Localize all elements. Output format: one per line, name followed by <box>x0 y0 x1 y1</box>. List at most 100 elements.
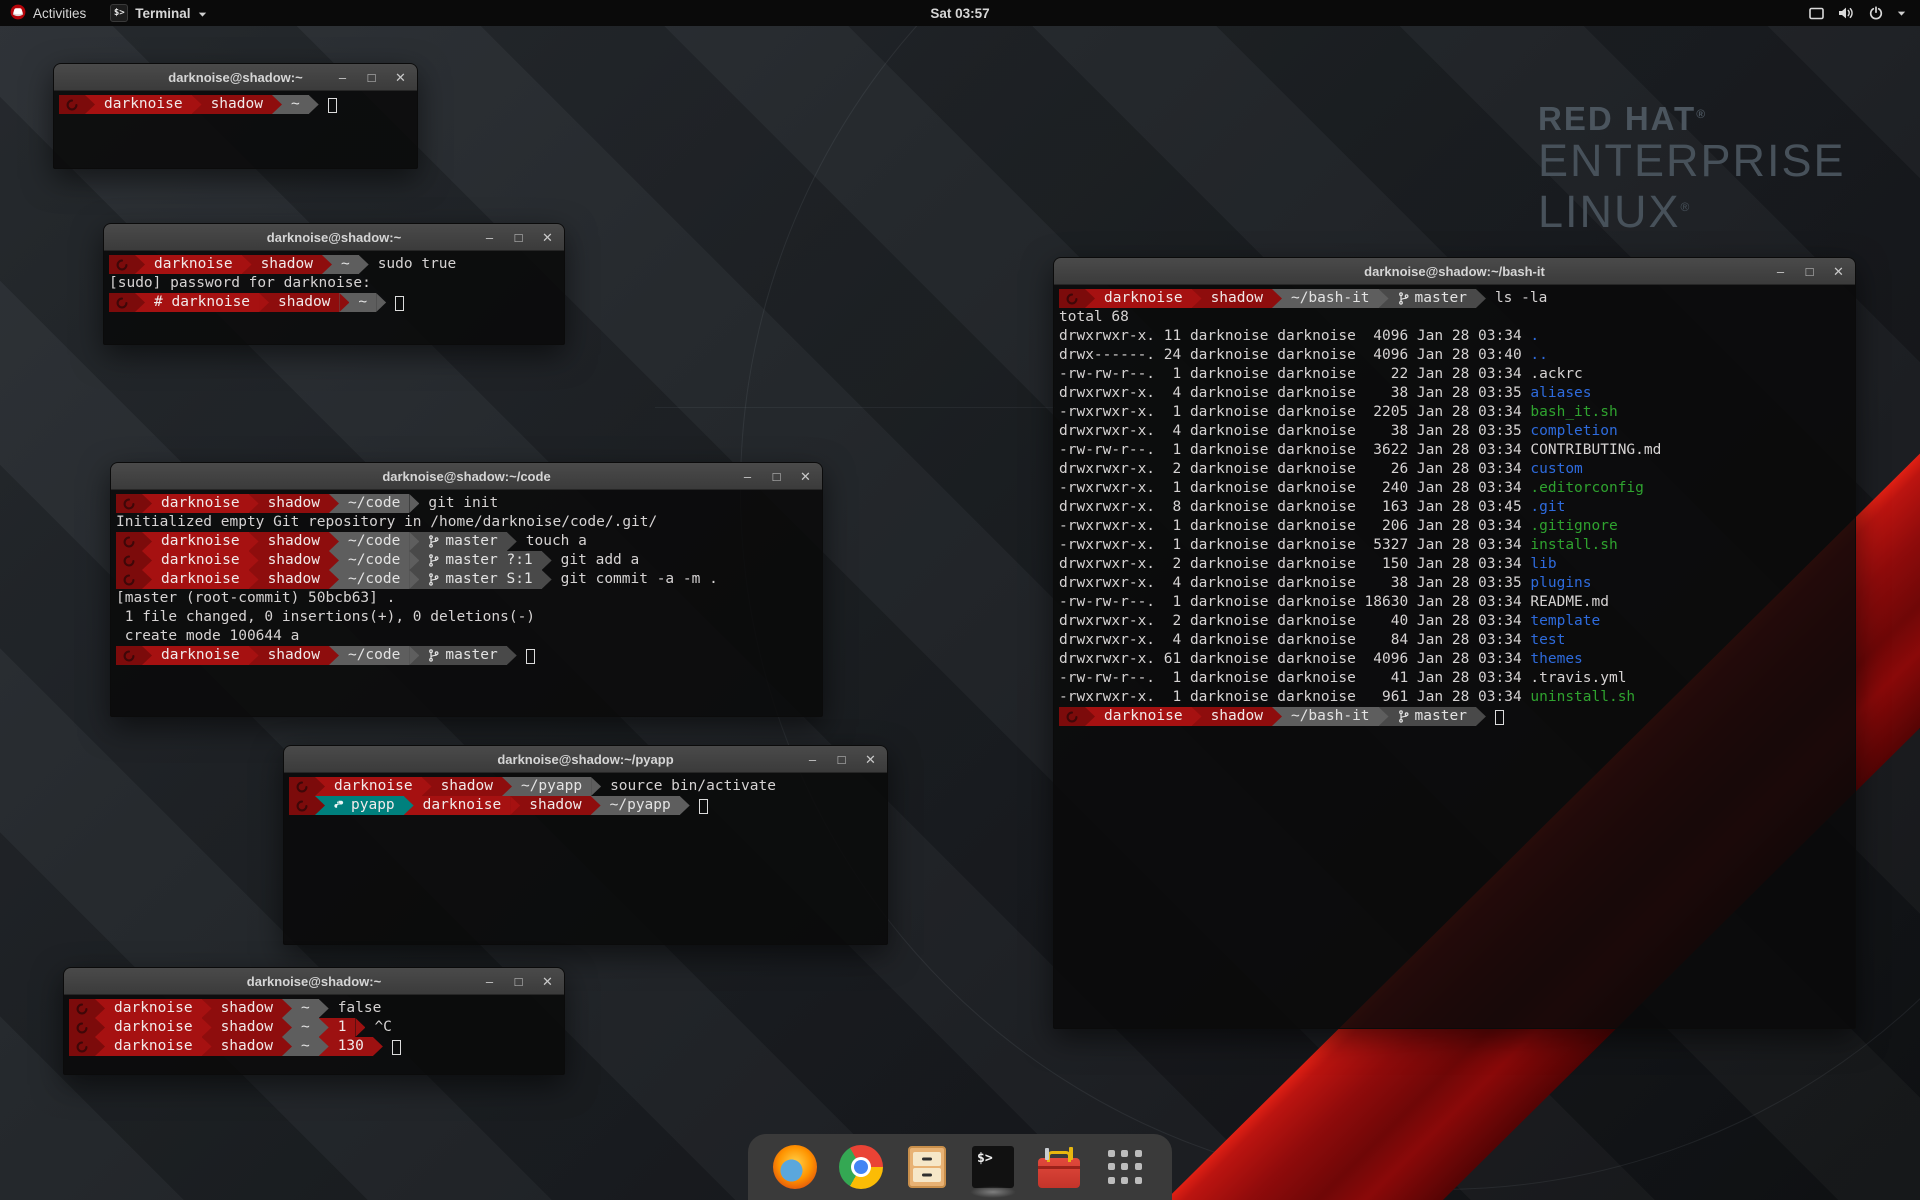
window-controls: – □ ✕ <box>336 64 407 90</box>
minimize-button[interactable]: – <box>1774 265 1787 278</box>
window-titlebar[interactable]: darknoise@shadow:~/bash-it–□✕ <box>1054 258 1855 285</box>
app-menu[interactable]: $> Terminal <box>98 0 218 26</box>
dock-item-chrome[interactable] <box>838 1144 884 1190</box>
dock-item-terminal[interactable]: $> <box>970 1144 1016 1190</box>
output-text: -rwxrwxr-x. 1 darknoise darknoise 2205 J… <box>1059 403 1530 422</box>
prompt-segment-lead <box>116 551 142 570</box>
redhat-swirl-icon <box>123 498 135 510</box>
powerline-separator <box>542 551 552 570</box>
prompt-segment-text: shadow <box>221 1037 273 1056</box>
prompt-segment-text: master <box>1415 707 1467 726</box>
window-titlebar[interactable]: darknoise@shadow:~/code – □ ✕ <box>111 463 822 490</box>
terminal-line: -rwxrwxr-x. 1 darknoise darknoise 2205 J… <box>1059 403 1855 422</box>
prompt-segment-user: darknoise <box>152 570 249 589</box>
window-titlebar[interactable]: darknoise@shadow:~–□✕ <box>104 224 564 251</box>
maximize-button[interactable]: □ <box>770 470 783 483</box>
system-menu[interactable] <box>1801 0 1914 26</box>
window-title: darknoise@shadow:~/code <box>382 469 550 484</box>
minimize-button[interactable]: – <box>483 231 496 244</box>
output-text: -rwxrwxr-x. 1 darknoise darknoise 206 Ja… <box>1059 517 1530 536</box>
minimize-button[interactable]: – <box>336 71 349 84</box>
prompt-segment-host: shadow <box>1202 289 1272 308</box>
maximize-button[interactable]: □ <box>1803 265 1816 278</box>
window-titlebar[interactable]: darknoise@shadow:~–□✕ <box>64 968 564 995</box>
activities-button[interactable]: Activities <box>0 0 98 26</box>
prompt-segment-text: darknoise <box>154 255 233 274</box>
powerline-separator <box>329 646 339 665</box>
terminal-content[interactable]: darknoiseshadow~/codegit initInitialized… <box>111 490 822 665</box>
prompt-segment-path: ~/pyapp <box>601 796 680 815</box>
prompt-segment-text: pyapp <box>351 796 395 815</box>
redhat-swirl-icon <box>66 99 78 111</box>
output-text: drwxrwxr-x. 2 darknoise darknoise 150 Ja… <box>1059 555 1530 574</box>
terminal-content[interactable]: darknoiseshadow~sudo true[sudo] password… <box>104 251 564 312</box>
minimize-button[interactable]: – <box>483 975 496 988</box>
prompt-segment-host: shadow <box>269 293 339 312</box>
dock-item-firefox[interactable] <box>772 1144 818 1190</box>
prompt-segment-text: shadow <box>268 551 320 570</box>
close-button[interactable]: ✕ <box>394 71 407 84</box>
maximize-button[interactable]: □ <box>512 975 525 988</box>
maximize-button[interactable]: □ <box>835 753 848 766</box>
window-titlebar[interactable]: darknoise@shadow:~–□✕ <box>54 64 417 91</box>
powerline-arrow <box>142 570 152 589</box>
close-button[interactable]: ✕ <box>541 975 554 988</box>
terminal-line: total 68 <box>1059 308 1855 327</box>
prompt-segment-path: ~/code <box>339 532 409 551</box>
terminal-line: drwxrwxr-x. 2 darknoise darknoise 26 Jan… <box>1059 460 1855 479</box>
dock-item-toolbox[interactable] <box>1036 1144 1082 1190</box>
terminal-line: darknoiseshadow~false <box>69 999 564 1018</box>
prompt-segment-host: shadow <box>202 95 272 114</box>
terminal-content[interactable]: darknoiseshadow~falsedarknoiseshadow~1^C… <box>64 995 564 1056</box>
output-text: drwxrwxr-x. 11 darknoise darknoise 4096 … <box>1059 327 1530 346</box>
close-button[interactable]: ✕ <box>541 231 554 244</box>
redhat-swirl-icon <box>76 1003 88 1015</box>
prompt-segment-lead <box>69 1018 95 1037</box>
file-name: . <box>1530 327 1539 346</box>
file-name: lib <box>1530 555 1556 574</box>
output-text: drwxrwxr-x. 2 darknoise darknoise 26 Jan… <box>1059 460 1530 479</box>
minimize-button[interactable]: – <box>741 470 754 483</box>
powerline-separator <box>242 255 252 274</box>
terminal-content[interactable]: darknoiseshadow~/pyappsource bin/activat… <box>284 773 887 815</box>
prompt-segment-lead <box>69 999 95 1018</box>
output-text: 1 file changed, 0 insertions(+), 0 delet… <box>116 608 535 627</box>
terminal-line: [master (root-commit) 50bcb63] . <box>116 589 822 608</box>
powerline-separator <box>202 1018 212 1037</box>
dock-item-files[interactable] <box>904 1144 950 1190</box>
powerline-arrow <box>1192 707 1202 726</box>
maximize-button[interactable]: □ <box>365 71 378 84</box>
clock[interactable]: Sat 03:57 <box>920 0 999 26</box>
terminal-line: -rw-rw-r--. 1 darknoise darknoise 41 Jan… <box>1059 669 1855 688</box>
maximize-button[interactable]: □ <box>512 231 525 244</box>
file-name: aliases <box>1530 384 1591 403</box>
prompt-segment-git: master <box>419 532 506 551</box>
terminal-content[interactable]: darknoiseshadow~/bash-itmasterls -latota… <box>1054 285 1855 726</box>
close-button[interactable]: ✕ <box>864 753 877 766</box>
powerline-separator <box>329 551 339 570</box>
powerline-separator <box>409 551 419 570</box>
output-text: -rwxrwxr-x. 1 darknoise darknoise 5327 J… <box>1059 536 1530 555</box>
window-titlebar[interactable]: darknoise@shadow:~/pyapp–□✕ <box>284 746 887 773</box>
powerline-separator <box>315 796 325 815</box>
file-name: .ackrc <box>1530 365 1582 384</box>
terminal-content[interactable]: darknoiseshadow~ <box>54 91 417 114</box>
powerline-arrow <box>1085 707 1095 726</box>
drawer <box>913 1168 941 1182</box>
prompt-segment-text: darknoise <box>114 999 193 1018</box>
prompt-segment-user: darknoise <box>1095 707 1192 726</box>
terminal-line: drwxrwxr-x. 2 darknoise darknoise 150 Ja… <box>1059 555 1855 574</box>
redhat-swirl-icon <box>116 259 128 271</box>
window-controls: – □ ✕ <box>806 746 877 772</box>
powerline-separator <box>249 551 259 570</box>
powerline-separator <box>142 494 152 513</box>
powerline-separator <box>135 293 145 312</box>
minimize-button[interactable]: – <box>806 753 819 766</box>
app-menu-label: Terminal <box>135 6 190 21</box>
powerline-separator <box>409 494 419 513</box>
terminal-line: -rwxrwxr-x. 1 darknoise darknoise 206 Ja… <box>1059 517 1855 536</box>
dock-item-app-grid[interactable] <box>1102 1144 1148 1190</box>
powerline-separator <box>282 1037 292 1056</box>
close-button[interactable]: ✕ <box>799 470 812 483</box>
close-button[interactable]: ✕ <box>1832 265 1845 278</box>
